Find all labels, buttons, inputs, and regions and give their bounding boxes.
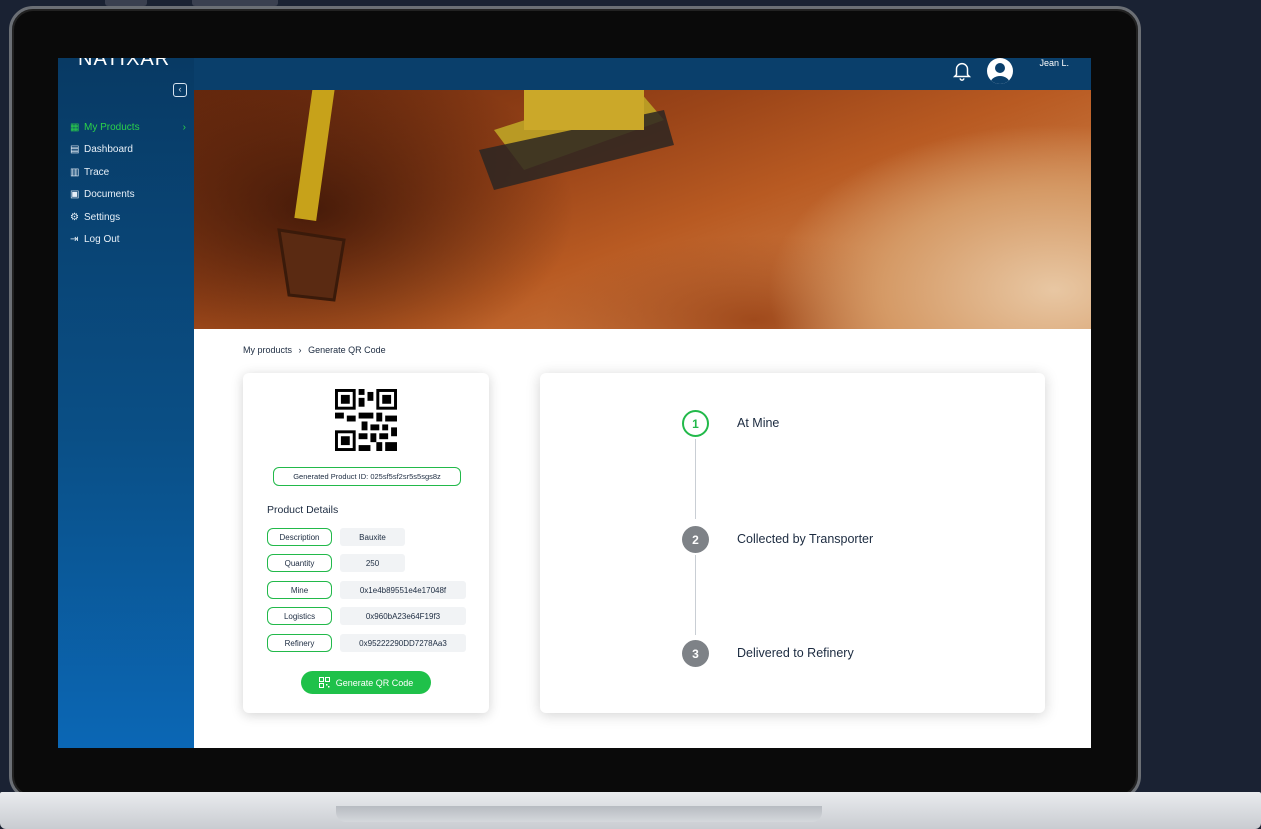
sidebar-item-my-products[interactable]: ▦ My Products › [70,116,192,139]
sidebar-item-dashboard[interactable]: ▤ Dashboard [70,139,192,162]
generated-product-id: Generated Product ID: 025sf5sf2sr5s5sgs8… [273,467,461,486]
user-name[interactable]: Jean L. [1039,58,1069,68]
sidebar-item-label: Settings [84,211,121,223]
sidebar-item-settings[interactable]: ⚙ Settings [70,206,192,229]
step-connector [695,439,696,519]
step-2-label: Collected by Transporter [737,532,874,546]
sidebar-item-logout[interactable]: ⇥ Log Out [70,229,192,252]
app-logo: NATIXAR [78,58,171,70]
qr-code-icon [318,677,330,688]
detail-value: Bauxite [340,528,405,546]
tracking-card: 1 At Mine 2 Collected by Transporter 3 D… [540,373,1045,713]
generate-qr-code-label: Generate QR Code [335,677,414,688]
sidebar-item-documents[interactable]: ▣ Documents [70,184,192,207]
dashboard-icon: ▤ [70,144,80,156]
sidebar: NATIXAR ‹ ▦ My Products › ▤ Dashboard ▥ … [58,58,194,748]
step-3-badge: 3 [682,640,709,667]
grid-icon: ▦ [70,121,80,133]
sidebar-collapse-icon[interactable]: ‹ [173,83,187,97]
sidebar-item-label: My Products [84,121,140,133]
step-connector [695,555,696,635]
avatar[interactable] [987,58,1013,84]
sidebar-item-trace[interactable]: ▥ Trace [70,161,192,184]
detail-value: 0x1e4b89551e4e17048f [340,581,466,599]
detail-key: Quantity [267,554,332,572]
step-2-badge: 2 [682,526,709,553]
detail-key: Logistics [267,607,332,625]
detail-value: 0x960bA23e64F19f3 [340,607,466,625]
breadcrumb-current: Generate QR Code [308,345,386,355]
bell-icon[interactable] [951,60,973,82]
document-icon: ▣ [70,189,80,201]
product-card: Generated Product ID: 025sf5sf2sr5s5sgs8… [243,373,489,713]
sidebar-item-label: Log Out [84,234,120,246]
laptop-base-notch [336,806,822,822]
breadcrumb-separator: › [298,345,302,355]
breadcrumb-link-my-products[interactable]: My products [243,345,292,355]
detail-value: 0x95222290DD7278Aa3 [340,634,466,652]
chevron-right-icon: › [182,121,186,133]
detail-value: 250 [340,554,405,572]
app-screen: NATIXAR ‹ ▦ My Products › ▤ Dashboard ▥ … [58,58,1091,748]
excavator-illustration [277,90,674,302]
sidebar-item-label: Dashboard [84,144,133,156]
breadcrumb: My products › Generate QR Code [243,345,390,355]
step-1-badge: 1 [682,410,709,437]
sidebar-item-label: Trace [84,166,110,178]
step-1-label: At Mine [737,416,780,430]
trace-icon: ▥ [70,166,80,178]
step-3-label: Delivered to Refinery [737,646,854,660]
detail-key: Description [267,528,332,546]
logout-icon: ⇥ [70,234,79,246]
hero-banner-image [194,90,1091,329]
detail-key: Refinery [267,634,332,652]
generate-qr-code-button[interactable]: Generate QR Code [301,671,431,694]
top-bar: Jean L. [194,58,1091,90]
user-icon [990,63,1010,84]
product-details-title: Product Details [267,504,339,516]
detail-key: Mine [267,581,332,599]
sidebar-nav: ▦ My Products › ▤ Dashboard ▥ Trace ▣ Do… [70,116,192,251]
gear-icon: ⚙ [70,211,79,223]
qr-code-icon [335,389,397,451]
sidebar-item-label: Documents [84,189,135,201]
